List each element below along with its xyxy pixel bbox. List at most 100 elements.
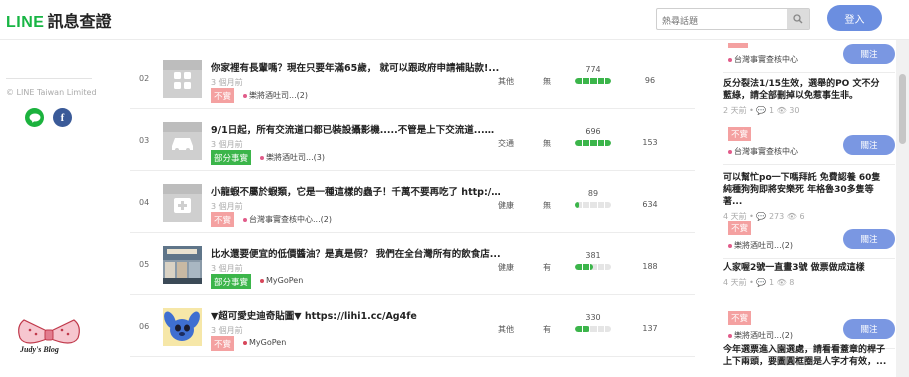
list-item[interactable]: 06 ▼超可愛史迪奇貼圖▼ https://lihi1.cc/Ag4fe 3 個… bbox=[130, 295, 695, 357]
row-rank: 06 bbox=[139, 322, 150, 331]
bar-divider bbox=[589, 264, 591, 270]
scrollbar[interactable] bbox=[896, 40, 909, 377]
follow-button[interactable]: 關注 bbox=[843, 135, 895, 155]
popularity-bar-fill bbox=[575, 140, 611, 146]
row-title[interactable]: 小龍蝦不屬於蝦類，它是一種這樣的蟲子！千萬不要再吃了 http:/... bbox=[211, 184, 501, 198]
left-sidebar: © LINE Taiwan Limited f Judy's Blog bbox=[0, 40, 100, 377]
row-thumbnail[interactable] bbox=[163, 308, 202, 346]
author-name: 樂將酒吐司...(2) bbox=[734, 331, 793, 340]
sidebar-card[interactable]: 人家喔2號一直畫3號 做票做成這樣 4 天前 • 💬 1 👁 8 bbox=[723, 262, 893, 288]
brand-logo[interactable]: LINE 訊息查證 bbox=[6, 8, 111, 32]
brand-line-text: LINE bbox=[6, 14, 45, 31]
list-item[interactable]: 02 你家裡有長輩嗎？現在只要年滿65歲， 就可以跟政府申請補貼款!... 3 … bbox=[130, 47, 695, 109]
sidebar-card-title[interactable]: 今年選票進入園選處，請看看蓋章的桿子上下兩頭，要圖圓框圈是人字才有效，... bbox=[723, 344, 888, 368]
bar-divider bbox=[596, 140, 598, 146]
bar-divider bbox=[589, 140, 591, 146]
bar-divider bbox=[582, 202, 584, 208]
row-count: 153 bbox=[642, 138, 658, 147]
row-flag: 有 bbox=[543, 325, 551, 334]
facebook-icon[interactable]: f bbox=[53, 108, 72, 127]
row-thumbnail[interactable] bbox=[163, 246, 202, 284]
row-time: 3 個月前 bbox=[211, 202, 243, 211]
author-name: 樂將酒吐司...(3) bbox=[266, 153, 325, 162]
row-flag: 有 bbox=[543, 263, 551, 272]
bar-value: 330 bbox=[585, 313, 601, 322]
search-box bbox=[656, 8, 810, 32]
row-thumbnail[interactable] bbox=[163, 122, 202, 160]
line-icon[interactable] bbox=[25, 108, 44, 127]
follow-button[interactable]: 關注 bbox=[843, 319, 895, 339]
row-rank: 05 bbox=[139, 260, 150, 269]
sidebar-author[interactable]: 台灣事實查核中心 bbox=[728, 146, 798, 157]
follow-button[interactable]: 關注 bbox=[843, 44, 895, 64]
search-button[interactable] bbox=[787, 9, 809, 29]
row-title[interactable]: 比水還要便宜的低價醬油？是真是假？ 我們在全台灣所有的飲食店... bbox=[211, 246, 501, 260]
search-input[interactable] bbox=[657, 12, 783, 32]
list-item[interactable]: 04 小龍蝦不屬於蝦類，它是一種這樣的蟲子！千萬不要再吃了 http:/... … bbox=[130, 171, 695, 233]
popularity-bar bbox=[575, 202, 611, 208]
row-author[interactable]: 樂將酒吐司...(2) bbox=[243, 90, 308, 101]
sidebar-card-title[interactable]: 可以幫忙po一下嗎拜託 免費認養 60隻純種狗狗即將安樂死 年格魯30多隻等著.… bbox=[723, 172, 888, 208]
list-item[interactable]: 03 9/1日起，所有交流道口都已裝設攝影機.....不管是上下交流道...只.… bbox=[130, 109, 695, 171]
bar-divider bbox=[582, 264, 584, 270]
author-name: 台灣事實查核中心 bbox=[734, 55, 798, 64]
row-category: 交通 bbox=[498, 139, 514, 148]
bar-value: 89 bbox=[587, 189, 599, 198]
author-dot-icon bbox=[260, 278, 264, 283]
row-author[interactable]: MyGoPen bbox=[243, 338, 286, 347]
row-flag: 無 bbox=[543, 139, 551, 148]
login-button[interactable]: 登入 bbox=[827, 5, 882, 31]
sidebar-author[interactable]: 台灣事實查核中心 bbox=[728, 54, 798, 65]
scrollbar-thumb[interactable] bbox=[899, 74, 906, 144]
author-name: MyGoPen bbox=[266, 276, 304, 285]
popularity-bar-fill bbox=[575, 78, 611, 84]
row-category: 其他 bbox=[498, 325, 514, 334]
sidebar-card[interactable]: 今年選票進入園選處，請看看蓋章的桿子上下兩頭，要圖圓框圈是人字才有效，... bbox=[723, 344, 893, 371]
row-category: 其他 bbox=[498, 77, 514, 86]
author-name: 樂將酒吐司...(2) bbox=[249, 91, 308, 100]
author-name: 台灣事實查核中心...(2) bbox=[249, 215, 332, 224]
row-rank: 04 bbox=[139, 198, 150, 207]
bar-divider bbox=[596, 202, 598, 208]
follow-button[interactable]: 關注 bbox=[843, 229, 895, 249]
author-dot-icon bbox=[728, 57, 732, 62]
popularity-bar bbox=[575, 326, 611, 332]
row-time: 3 個月前 bbox=[211, 264, 243, 273]
sidebar-card[interactable]: 反分裂法1/15生效，選舉的PO 文不分藍綠，請全部刪掉以免惹事生非。 2 天前… bbox=[723, 78, 893, 116]
verdict-badge: 不實 bbox=[728, 311, 752, 325]
bar-divider bbox=[596, 264, 598, 270]
left-divider bbox=[6, 78, 92, 79]
row-category: 健康 bbox=[498, 201, 514, 210]
blog-watermark: Judy's Blog bbox=[20, 345, 59, 354]
verdict-badge: 不實 bbox=[211, 88, 235, 103]
sidebar-card[interactable]: 可以幫忙po一下嗎拜託 免費認養 60隻純種狗狗即將安樂死 年格魯30多隻等著.… bbox=[723, 172, 893, 222]
row-title[interactable]: 你家裡有長輩嗎？現在只要年滿65歲， 就可以跟政府申請補貼款!... bbox=[211, 60, 501, 74]
sidebar-divider bbox=[723, 164, 895, 165]
row-time: 3 個月前 bbox=[211, 326, 243, 335]
author-name: 台灣事實查核中心 bbox=[734, 147, 798, 156]
row-thumbnail[interactable] bbox=[163, 60, 202, 98]
verdict-badge: 不實 bbox=[211, 212, 235, 227]
page-root: LINE訊息查證 登入 © LINE Taiwan Limited f bbox=[0, 0, 909, 377]
row-title[interactable]: 9/1日起，所有交流道口都已裝設攝影機.....不管是上下交流道...只... bbox=[211, 122, 501, 136]
bar-divider bbox=[582, 326, 584, 332]
author-dot-icon bbox=[728, 333, 732, 338]
popularity-bar bbox=[575, 78, 611, 84]
sidebar-card-title[interactable]: 反分裂法1/15生效，選舉的PO 文不分藍綠，請全部刪掉以免惹事生非。 bbox=[723, 78, 888, 102]
row-author[interactable]: 台灣事實查核中心...(2) bbox=[243, 214, 332, 225]
verdict-badge: 部分事實 bbox=[211, 150, 252, 165]
bar-divider bbox=[603, 140, 605, 146]
sidebar-author[interactable]: 樂將酒吐司...(2) bbox=[728, 330, 793, 341]
row-author[interactable]: 樂將酒吐司...(3) bbox=[260, 152, 325, 163]
sidebar-divider bbox=[723, 72, 895, 73]
sidebar-card-title[interactable]: 人家喔2號一直畫3號 做票做成這樣 bbox=[723, 262, 888, 274]
list-item[interactable]: 05 比水還要便宜的低價醬油？是真是假？ 我們在全台灣所有的飲食店... 3 個… bbox=[130, 233, 695, 295]
bar-divider bbox=[582, 78, 584, 84]
row-thumbnail[interactable] bbox=[163, 184, 202, 222]
row-author[interactable]: MyGoPen bbox=[260, 276, 303, 285]
sidebar-author[interactable]: 樂將酒吐司...(2) bbox=[728, 240, 793, 251]
row-rank: 02 bbox=[139, 74, 150, 83]
author-dot-icon bbox=[243, 93, 247, 98]
author-dot-icon bbox=[260, 155, 264, 160]
row-title[interactable]: ▼超可愛史迪奇貼圖▼ https://lihi1.cc/Ag4fe bbox=[211, 308, 501, 322]
